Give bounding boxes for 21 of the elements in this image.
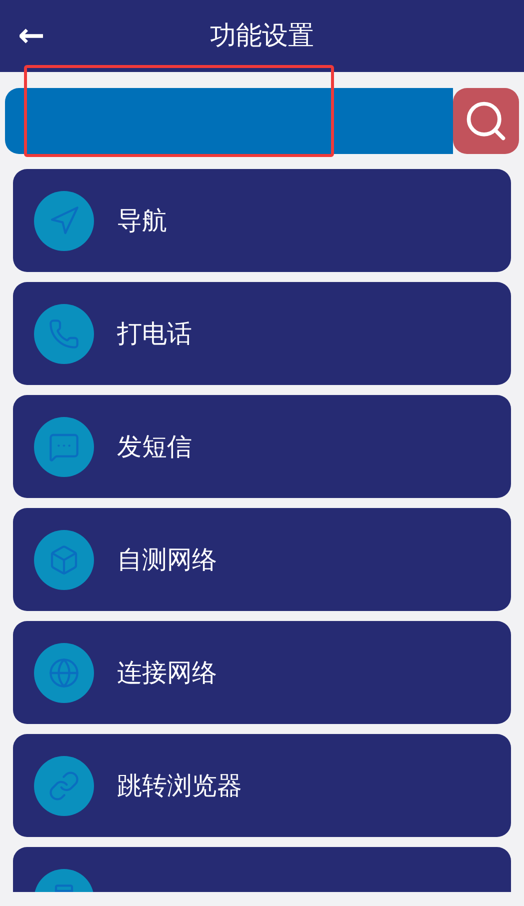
navigation-arrow-icon	[48, 204, 80, 236]
page-title: 功能设置	[210, 20, 314, 52]
menu-label: 连接网络	[117, 656, 217, 689]
menu-item[interactable]: 发短信	[13, 395, 511, 498]
menu-label: 发短信	[117, 430, 192, 463]
phone-icon	[48, 318, 80, 350]
menu-item[interactable]: 打电话	[13, 282, 511, 385]
menu-item[interactable]: 跳转浏览器	[13, 734, 511, 837]
menu-label: 自测网络	[117, 544, 217, 576]
menu-label: 打电话	[117, 318, 192, 350]
menu-label: 导航	[117, 204, 167, 237]
cube-icon	[48, 544, 80, 576]
menu-item[interactable]: 导航	[13, 169, 511, 272]
menu-item[interactable]: 连接网络	[13, 621, 511, 724]
back-button[interactable]: ←	[18, 16, 45, 54]
menu-item[interactable]: 自测网络	[13, 508, 511, 611]
search-field[interactable]	[5, 88, 453, 154]
menu-label: 跳转浏览器	[117, 770, 242, 802]
link-icon	[48, 770, 80, 802]
search-button[interactable]	[453, 88, 519, 154]
globe-icon	[48, 656, 80, 688]
